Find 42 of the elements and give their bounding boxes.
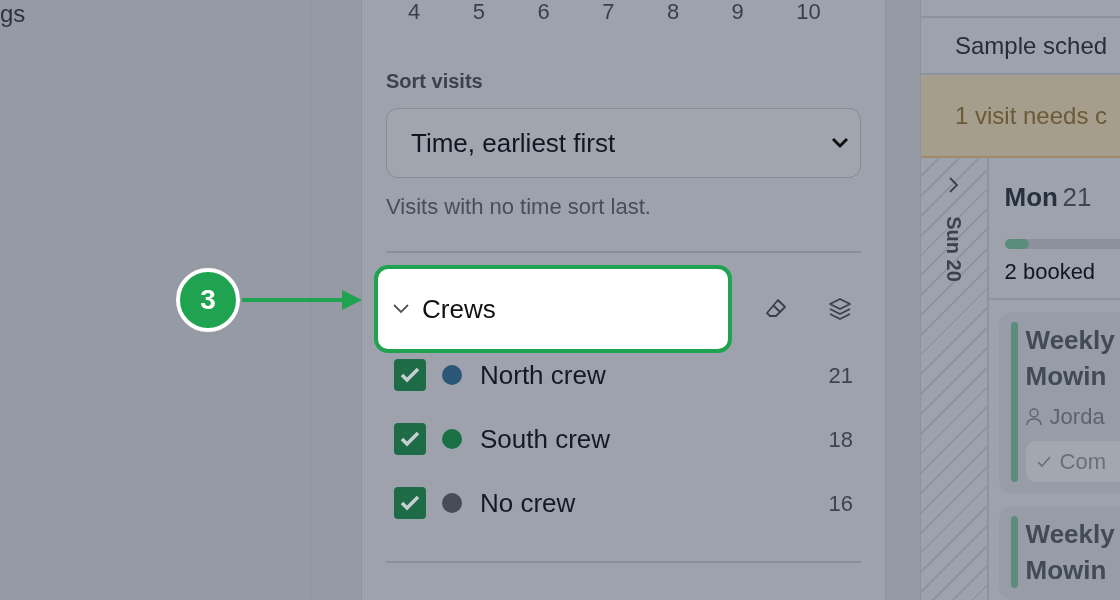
status-chip: Com (1025, 441, 1120, 482)
day-label: Sun 20 (941, 216, 966, 282)
alert-text: 1 visit needs c (955, 100, 1108, 131)
visit-title: Weekly Mowin (1025, 324, 1116, 393)
day-number[interactable]: 6 (537, 0, 603, 26)
sort-select[interactable]: Time, earliest first (386, 108, 861, 178)
crew-count: 21 (828, 361, 853, 390)
day-number[interactable]: 7 (602, 0, 667, 26)
day-number[interactable]: 5 (472, 0, 538, 26)
crews-header[interactable]: Crews (374, 265, 733, 353)
checkbox[interactable] (394, 423, 426, 455)
visit-title: Weekly Mowin (1025, 518, 1116, 587)
crew-name: North crew (480, 358, 607, 392)
collapsed-day-column[interactable]: Sun 20 (921, 158, 989, 600)
layers-icon (826, 296, 853, 322)
crew-name: South crew (480, 422, 612, 456)
day-number[interactable]: 9 (731, 0, 797, 26)
person-icon (1025, 407, 1042, 426)
checkbox[interactable] (394, 487, 426, 519)
crew-count: 16 (828, 489, 853, 518)
hint-text: Visits with no time sort last. (386, 193, 652, 221)
crew-count: 18 (828, 425, 853, 454)
check-icon (1035, 454, 1052, 469)
sidebar-text: gs (0, 0, 26, 28)
status-bar (1010, 516, 1018, 588)
visit-card[interactable]: Weekly Mowin (998, 506, 1120, 600)
checkbox[interactable] (394, 359, 426, 391)
visit-card[interactable]: Weekly Mowin Jorda Com (998, 312, 1120, 494)
booked-count: 2 booked (1004, 258, 1096, 286)
weekday: Mon (1004, 182, 1058, 212)
chevron-icon[interactable] (947, 176, 960, 194)
day-number[interactable]: 10 (796, 0, 862, 26)
assignee: Jorda (1049, 403, 1105, 431)
day-number[interactable]: 8 (666, 0, 732, 26)
step-number-badge: 3 (176, 268, 240, 332)
day-number[interactable]: 4 (408, 0, 473, 26)
field-label: Sort visits (386, 69, 484, 94)
chevron-icon (392, 303, 410, 315)
schedule-title: Sample sched (955, 30, 1108, 61)
crew-name: No crew (480, 486, 577, 520)
caret-icon (830, 136, 850, 150)
date: 21 (1062, 182, 1092, 212)
